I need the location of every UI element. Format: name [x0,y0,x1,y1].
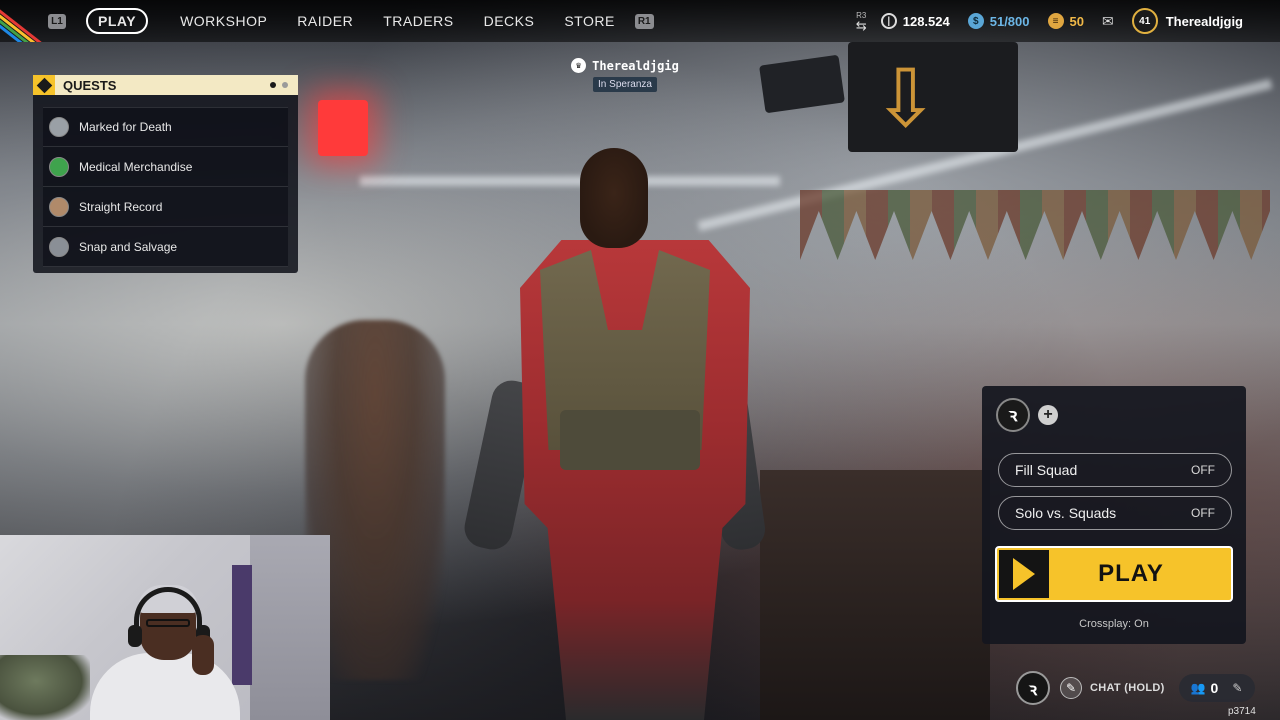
quest-item[interactable]: Marked for Death [43,107,288,147]
player-status: R3 ⇆ | 128.524 $ 51/800 ≡ 50 ✉ 41 Therea… [856,0,1280,42]
top-nav-bar: L1 PLAY WORKSHOP RAIDER TRADERS DECKS ST… [0,0,1280,42]
rainbow-stripes-logo [0,0,48,42]
chat-pen-icon[interactable]: ✎ [1060,677,1082,699]
scene-bunting [800,190,1270,260]
bottom-hud: ꝛ ✎ CHAT (HOLD) 👥 0 ✎ [1016,668,1255,708]
r3-hint[interactable]: R3 ⇆ [856,11,867,32]
play-panel: ꝛ + Fill Squad OFF Solo vs. Squads OFF P… [982,386,1246,644]
pager-dot [282,82,288,88]
quest-giver-avatar [49,156,69,177]
streamer-hand [192,635,214,675]
tokens-stat: ≡ 50 [1047,13,1084,29]
main-nav: L1 PLAY WORKSHOP RAIDER TRADERS DECKS ST… [48,8,674,34]
solo-vs-squads-toggle[interactable]: Solo vs. Squads OFF [998,496,1232,530]
solo-vs-squads-label: Solo vs. Squads [1015,505,1117,521]
crossplay-status: Crossplay: On [1079,618,1149,630]
play-button[interactable]: PLAY [995,546,1233,602]
play-button-label: PLAY [1098,560,1164,587]
quest-label: Marked for Death [79,120,172,134]
scene-red-light [318,100,368,156]
mail-icon[interactable]: ✉ [1102,13,1114,30]
friends-button[interactable]: 👥 0 ✎ [1178,674,1255,702]
quests-panel: QUESTS Marked for Death Medical Merchand… [33,75,298,273]
crown-icon: ♛ [571,58,587,73]
headphone-cup-left [128,625,142,647]
quests-title: QUESTS [63,77,117,93]
nav-store[interactable]: STORE [564,13,614,29]
token-icon: ≡ [1047,13,1064,29]
edit-icon: ✎ [1232,681,1243,695]
webcam-overlay [0,535,330,720]
quest-giver-avatar [49,196,69,217]
nav-raider[interactable]: RAIDER [297,13,353,29]
nav-workshop[interactable]: WORKSHOP [180,13,267,29]
nav-play[interactable]: PLAY [86,8,149,34]
character-head [580,148,648,248]
quest-giver-avatar [49,117,69,137]
chevron-right-icon [999,550,1049,598]
scene-speaker [759,54,845,114]
credits-stat: $ 51/800 [967,13,1030,29]
quest-item[interactable]: Medical Merchandise [43,147,288,187]
player-location: In Speranza [593,77,657,92]
fill-squad-value: OFF [1191,463,1215,477]
quests-header: QUESTS [33,75,298,95]
quest-list: Marked for Death Medical Merchandise Str… [43,107,288,267]
solo-vs-squads-value: OFF [1191,506,1215,520]
coin-icon: | [880,13,897,29]
l1-button-hint: L1 [48,13,66,29]
username[interactable]: Therealdjgig [1166,14,1243,29]
r1-button-hint: R1 [634,13,654,29]
add-squad-member-button[interactable]: + [1038,405,1058,425]
quest-item[interactable]: Snap and Salvage [43,227,288,267]
webcam-plant [0,655,90,720]
squad-member-avatar[interactable]: ꝛ [996,398,1030,432]
nav-decks[interactable]: DECKS [484,13,535,29]
build-code: p3714 [1228,706,1256,717]
quest-label: Straight Record [79,199,163,214]
nav-traders[interactable]: TRADERS [383,13,453,29]
scene-light-beam [360,176,780,186]
friends-count: 0 [1210,680,1219,696]
webcam-wall [250,535,330,720]
quest-item[interactable]: Straight Record [43,187,288,227]
tokens-value: 50 [1069,13,1084,29]
player-name: Therealdjgig [592,58,679,73]
webcam-purple-object [232,565,252,685]
fill-squad-toggle[interactable]: Fill Squad OFF [998,453,1232,487]
player-nameplate: ♛ Therealdjgig In Speranza [560,58,690,92]
friends-icon: 👥 [1190,681,1206,695]
quest-label: Snap and Salvage [79,239,178,254]
pager-dot-active [270,82,276,88]
quest-giver-avatar [49,236,69,257]
scene-arrow-sign: ⇩ [872,52,940,145]
quest-diamond-icon [33,75,55,95]
quest-label: Medical Merchandise [79,159,193,174]
streamer-hoodie [90,653,240,720]
fill-squad-label: Fill Squad [1015,462,1078,478]
settings-shortcut-icon: ⇆ [855,17,867,33]
squad-row: ꝛ + [996,398,1058,432]
coins-stat: | 128.524 [880,13,950,29]
credits-icon: $ [967,13,984,29]
quests-pager[interactable] [264,82,288,88]
profile-avatar[interactable]: ꝛ [1016,671,1050,705]
character-belt [560,410,700,470]
level-badge: 41 [1131,8,1158,34]
chat-hint[interactable]: CHAT (HOLD) [1090,682,1165,694]
scene-bar-counter [760,470,990,720]
player-name-row: ♛ Therealdjgig [560,58,690,73]
credits-value: 51/800 [989,13,1030,29]
coins-value: 128.524 [902,13,950,29]
